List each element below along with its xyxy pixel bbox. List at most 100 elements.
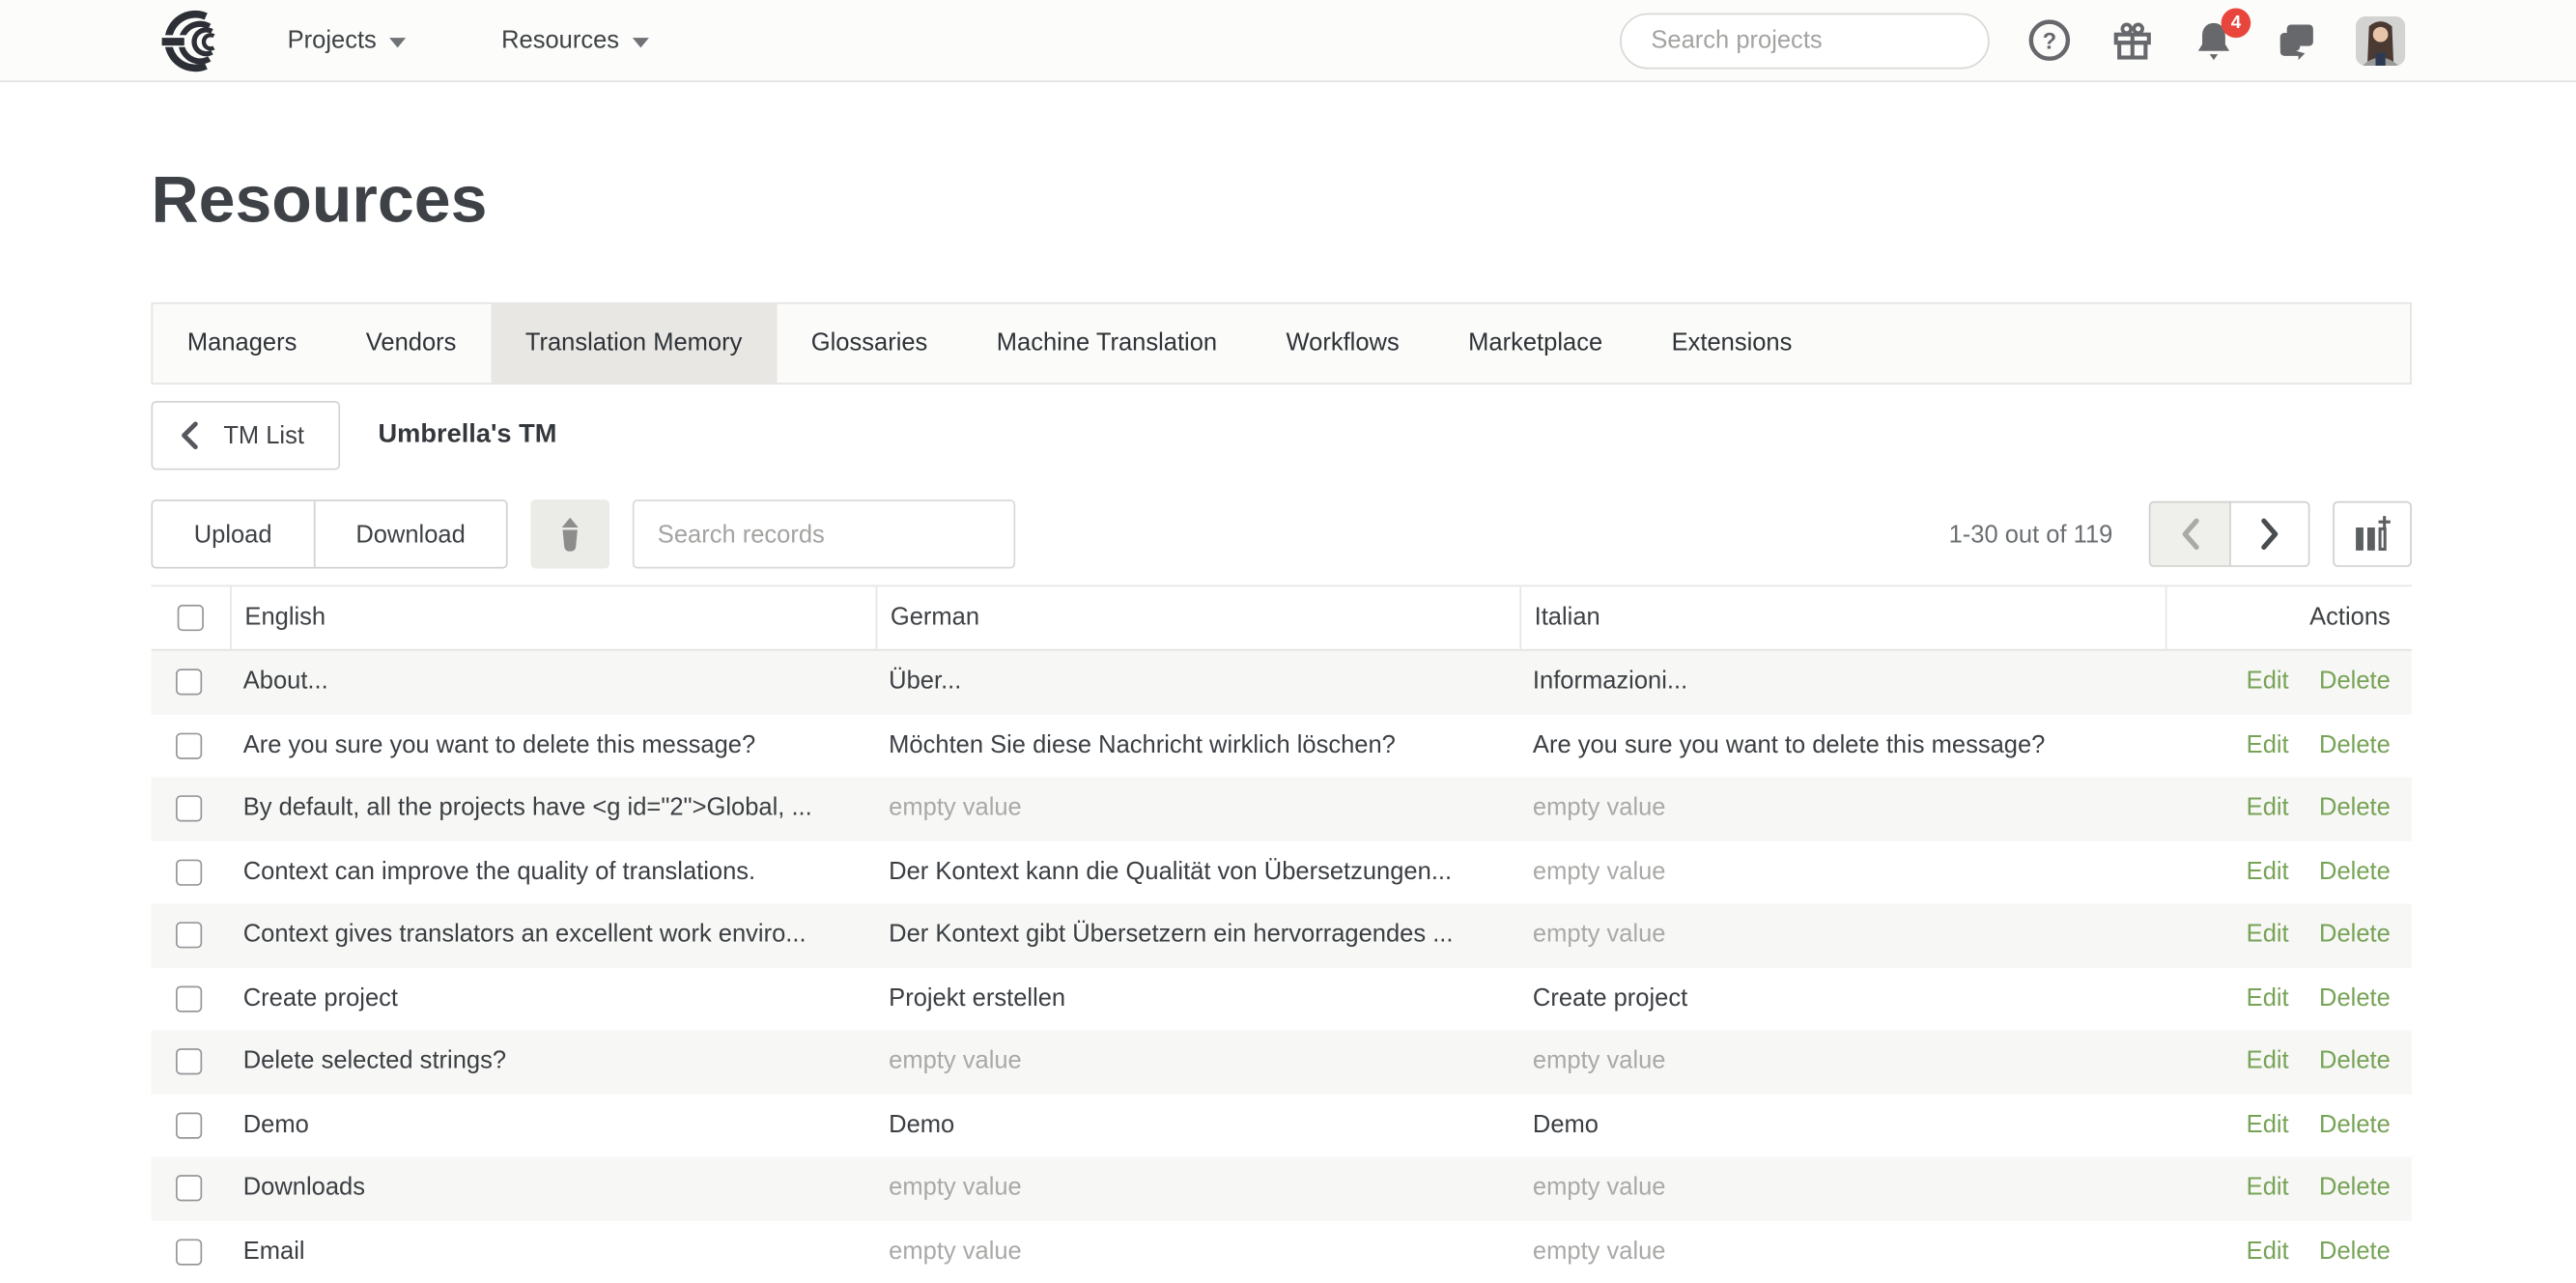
header-english[interactable]: English — [230, 586, 875, 649]
projects-search[interactable] — [1620, 13, 1990, 69]
row-checkbox[interactable] — [176, 1239, 202, 1265]
cell-english: Email — [230, 1220, 875, 1283]
row-checkbox[interactable] — [176, 923, 202, 949]
upload-download-group: Upload Download — [151, 499, 508, 568]
logo-icon[interactable] — [157, 8, 233, 73]
table-header: English German Italian Actions — [151, 585, 2411, 651]
row-actions: Edit Delete — [2166, 1156, 2412, 1219]
row-checkbox-cell — [151, 903, 230, 966]
cell-german: Demo — [876, 1094, 1520, 1156]
nav-menus: Projects Resources — [288, 26, 649, 54]
download-button[interactable]: Download — [313, 501, 506, 567]
delete-records-button[interactable] — [531, 499, 610, 568]
nav-right-cluster: ? 4 — [1620, 13, 2405, 69]
breadcrumb: TM List Umbrella's TM — [151, 401, 2411, 470]
svg-text:?: ? — [2043, 28, 2057, 54]
row-checkbox[interactable] — [176, 1176, 202, 1202]
row-checkbox-cell — [151, 1094, 230, 1156]
edit-link[interactable]: Edit — [2247, 794, 2289, 822]
edit-link[interactable]: Edit — [2247, 1237, 2289, 1265]
nav-menu-label: Projects — [288, 26, 377, 54]
back-to-tm-list-button[interactable]: TM List — [151, 401, 340, 470]
row-checkbox[interactable] — [176, 796, 202, 822]
avatar[interactable] — [2356, 15, 2405, 65]
table-row: Context gives translators an excellent w… — [151, 903, 2411, 966]
edit-link[interactable]: Edit — [2247, 730, 2289, 758]
edit-link[interactable]: Edit — [2247, 1173, 2289, 1201]
cell-german: Projekt erstellen — [876, 967, 1520, 1030]
gift-icon[interactable] — [2109, 18, 2154, 63]
delete-link[interactable]: Delete — [2319, 857, 2391, 885]
edit-link[interactable]: Edit — [2247, 668, 2289, 696]
cell-italian: Create project — [1519, 967, 2165, 1030]
tab-marketplace[interactable]: Marketplace — [1433, 304, 1636, 384]
row-checkbox[interactable] — [176, 1112, 202, 1138]
notification-badge: 4 — [2222, 9, 2251, 39]
cell-italian: empty value — [1519, 1156, 2165, 1219]
tm-records-table: English German Italian Actions About... … — [151, 585, 2411, 1283]
delete-link[interactable]: Delete — [2319, 1237, 2391, 1265]
top-navigation: Projects Resources ? 4 — [0, 0, 2576, 82]
cell-german: Möchten Sie diese Nachricht wirklich lös… — [876, 714, 1520, 777]
cell-english: Demo — [230, 1094, 875, 1156]
delete-link[interactable]: Delete — [2319, 668, 2391, 696]
app-window: Projects Resources ? 4 — [0, 0, 2576, 1282]
projects-search-input[interactable] — [1648, 25, 1981, 56]
bell-icon[interactable]: 4 — [2192, 18, 2236, 63]
row-checkbox[interactable] — [176, 670, 202, 696]
select-all-cell — [151, 586, 230, 649]
row-checkbox-cell — [151, 1030, 230, 1093]
nav-menu-resources[interactable]: Resources — [501, 26, 649, 54]
edit-link[interactable]: Edit — [2247, 984, 2289, 1012]
delete-link[interactable]: Delete — [2319, 1110, 2391, 1138]
tab-translation-memory[interactable]: Translation Memory — [491, 304, 777, 384]
pager — [2149, 501, 2310, 567]
chat-icon[interactable] — [2274, 18, 2318, 63]
cell-italian: empty value — [1519, 1030, 2165, 1093]
row-checkbox-cell — [151, 1156, 230, 1219]
row-checkbox[interactable] — [176, 732, 202, 758]
tab-workflows[interactable]: Workflows — [1252, 304, 1434, 384]
upload-button[interactable]: Upload — [153, 501, 313, 567]
cell-english: Context gives translators an excellent w… — [230, 903, 875, 966]
cell-english: Context can improve the quality of trans… — [230, 841, 875, 903]
delete-link[interactable]: Delete — [2319, 1173, 2391, 1201]
row-checkbox[interactable] — [176, 859, 202, 885]
tab-machine-translation[interactable]: Machine Translation — [962, 304, 1252, 384]
cell-italian: empty value — [1519, 903, 2165, 966]
delete-link[interactable]: Delete — [2319, 730, 2391, 758]
pagination-info: 1-30 out of 119 — [1949, 520, 2113, 548]
prev-page-button[interactable] — [2150, 502, 2229, 565]
tab-extensions[interactable]: Extensions — [1637, 304, 1826, 384]
table-row: By default, all the projects have <g id=… — [151, 778, 2411, 841]
select-all-checkbox[interactable] — [178, 605, 204, 631]
tab-vendors[interactable]: Vendors — [331, 304, 491, 384]
delete-link[interactable]: Delete — [2319, 984, 2391, 1012]
nav-menu-projects[interactable]: Projects — [288, 26, 407, 54]
header-german[interactable]: German — [876, 586, 1520, 649]
table-row: Create project Projekt erstellen Create … — [151, 967, 2411, 1030]
delete-link[interactable]: Delete — [2319, 1046, 2391, 1074]
header-italian[interactable]: Italian — [1519, 586, 2165, 649]
row-actions: Edit Delete — [2166, 967, 2412, 1030]
tab-glossaries[interactable]: Glossaries — [777, 304, 962, 384]
help-icon[interactable]: ? — [2027, 18, 2072, 63]
search-records-input[interactable] — [633, 499, 1015, 568]
delete-link[interactable]: Delete — [2319, 794, 2391, 822]
cell-german: empty value — [876, 778, 1520, 841]
columns-icon — [2352, 514, 2393, 556]
edit-link[interactable]: Edit — [2247, 1046, 2289, 1074]
cell-english: By default, all the projects have <g id=… — [230, 778, 875, 841]
edit-link[interactable]: Edit — [2247, 857, 2289, 885]
delete-link[interactable]: Delete — [2319, 921, 2391, 949]
edit-link[interactable]: Edit — [2247, 1110, 2289, 1138]
cell-german: empty value — [876, 1220, 1520, 1283]
row-checkbox[interactable] — [176, 985, 202, 1012]
next-page-button[interactable] — [2229, 502, 2308, 565]
edit-link[interactable]: Edit — [2247, 921, 2289, 949]
row-checkbox[interactable] — [176, 1049, 202, 1075]
tab-managers[interactable]: Managers — [153, 304, 331, 384]
manage-columns-button[interactable] — [2333, 501, 2412, 567]
toolbar: Upload Download 1-30 out of 119 — [151, 499, 2411, 568]
row-actions: Edit Delete — [2166, 841, 2412, 903]
